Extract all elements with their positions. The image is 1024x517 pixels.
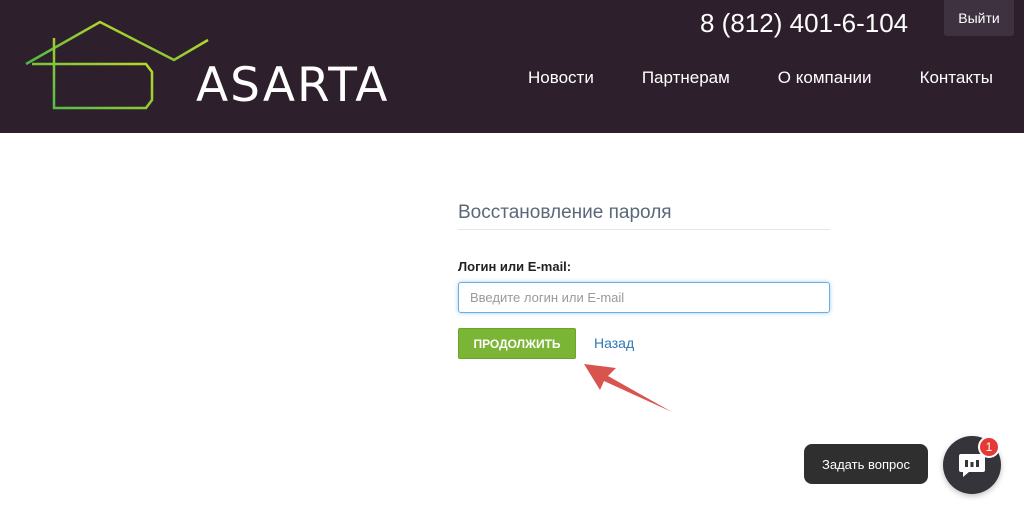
- login-input[interactable]: [458, 282, 830, 313]
- main-nav: Новости Партнерам О компании Контакты: [480, 67, 993, 89]
- asarta-house-logo-icon[interactable]: [24, 20, 214, 114]
- nav-item-news[interactable]: Новости: [528, 67, 594, 89]
- continue-button[interactable]: ПРОДОЛЖИТЬ: [458, 328, 576, 359]
- red-arrow-annotation: [584, 364, 672, 412]
- nav-item-partners[interactable]: Партнерам: [642, 67, 730, 89]
- login-label: Логин или E-mail:: [458, 259, 572, 274]
- phone-number[interactable]: 8 (812) 401-6-104: [700, 8, 908, 38]
- brand-name: ASARTA: [196, 58, 390, 113]
- password-recovery-form: Восстановление пароля Логин или E-mail: …: [458, 200, 830, 359]
- logout-button[interactable]: Выйти: [944, 0, 1014, 36]
- chat-unread-badge: 1: [978, 436, 1000, 458]
- nav-item-about[interactable]: О компании: [778, 67, 872, 89]
- page-title: Восстановление пароля: [458, 200, 830, 230]
- back-link[interactable]: Назад: [594, 335, 634, 351]
- site-header: ASARTA 8 (812) 401-6-104 Выйти Новости П…: [0, 0, 1024, 133]
- ask-question-tooltip[interactable]: Задать вопрос: [804, 444, 928, 484]
- nav-item-contacts[interactable]: Контакты: [920, 67, 993, 89]
